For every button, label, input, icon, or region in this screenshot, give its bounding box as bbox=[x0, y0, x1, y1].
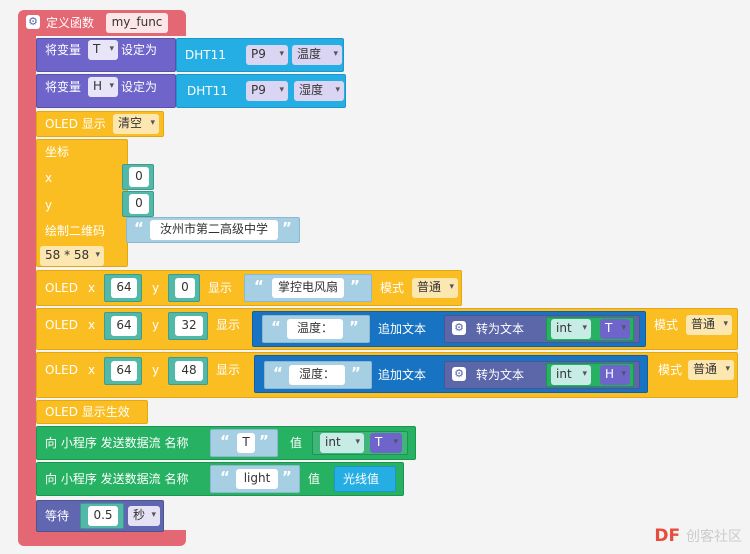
display-label: 显示 bbox=[216, 363, 241, 377]
to-text-gear-icon[interactable]: ⚙ bbox=[452, 367, 466, 381]
oled-label: OLED bbox=[45, 318, 78, 332]
x-value[interactable]: 0 bbox=[129, 167, 149, 187]
value-label: 值 bbox=[308, 472, 321, 486]
text-field[interactable]: 掌控电风扇 bbox=[272, 278, 344, 298]
x-label: x bbox=[88, 281, 96, 295]
display-label: 显示 bbox=[208, 281, 233, 295]
display-label: 显示 bbox=[216, 318, 241, 332]
mode-dropdown[interactable]: 普通 bbox=[686, 315, 732, 335]
reading-dropdown[interactable]: 湿度 bbox=[294, 81, 344, 101]
send-datastream-label: 向 小程序 发送数据流 名称 bbox=[45, 472, 189, 486]
append-text-label: 追加文本 bbox=[378, 322, 427, 336]
append-text-label: 追加文本 bbox=[378, 368, 427, 382]
oled-show-label: OLED 显示生效 bbox=[45, 405, 130, 419]
y-value[interactable]: 0 bbox=[175, 278, 195, 298]
open-quote-icon: “ bbox=[220, 432, 230, 450]
function-label: 定义函数 bbox=[46, 16, 95, 30]
variable-dropdown-t[interactable]: T bbox=[88, 40, 118, 60]
value-label: 值 bbox=[290, 436, 303, 450]
mode-label: 模式 bbox=[654, 318, 679, 332]
close-quote-icon: ” bbox=[349, 318, 359, 336]
y-label: y bbox=[45, 198, 53, 212]
mode-dropdown[interactable]: 普通 bbox=[412, 278, 458, 298]
close-quote-icon: ” bbox=[282, 468, 292, 486]
variable-dropdown-t[interactable]: T bbox=[370, 433, 402, 453]
cast-dropdown[interactable]: int bbox=[551, 319, 591, 339]
to-text-gear-icon[interactable]: ⚙ bbox=[452, 321, 466, 335]
to-text-label: 转为文本 bbox=[476, 368, 525, 382]
stream-name-field[interactable]: light bbox=[236, 469, 278, 489]
set-to-label: 设定为 bbox=[121, 43, 158, 57]
oled-label: OLED bbox=[45, 363, 78, 377]
function-block-spine bbox=[18, 34, 36, 534]
watermark-logo: DF 创客社区 bbox=[654, 526, 742, 546]
draw-qr-label: 绘制二维码 bbox=[45, 224, 106, 238]
close-quote-icon: ” bbox=[259, 432, 269, 450]
wait-value[interactable]: 0.5 bbox=[88, 506, 118, 526]
dht11-label: DHT11 bbox=[185, 48, 226, 62]
set-variable-label: 将变量 bbox=[45, 43, 82, 57]
stream-name-field[interactable]: T bbox=[237, 433, 255, 453]
text-field[interactable]: 温度： bbox=[287, 319, 343, 339]
coordinate-label: 坐标 bbox=[45, 145, 70, 159]
light-sensor-label: 光线值 bbox=[343, 472, 380, 486]
open-quote-icon: “ bbox=[254, 277, 264, 295]
dht11-label: DHT11 bbox=[187, 84, 228, 98]
y-label: y bbox=[152, 318, 160, 332]
pin-dropdown[interactable]: P9 bbox=[246, 81, 288, 101]
qr-text-field[interactable]: 汝州市第二高级中学 bbox=[150, 220, 278, 240]
oled-clear-option[interactable]: 清空 bbox=[113, 114, 159, 134]
x-label: x bbox=[88, 318, 96, 332]
variable-dropdown-t[interactable]: T bbox=[600, 319, 630, 339]
function-gear-icon[interactable]: ⚙ bbox=[26, 15, 40, 29]
x-value[interactable]: 64 bbox=[111, 316, 137, 336]
y-label: y bbox=[152, 281, 160, 295]
pin-dropdown[interactable]: P9 bbox=[246, 45, 288, 65]
mode-label: 模式 bbox=[658, 363, 683, 377]
x-label: x bbox=[45, 171, 53, 185]
reading-dropdown[interactable]: 温度 bbox=[292, 45, 342, 65]
set-variable-label: 将变量 bbox=[45, 80, 82, 94]
variable-dropdown-h[interactable]: H bbox=[88, 77, 118, 97]
y-label: y bbox=[152, 363, 160, 377]
close-quote-icon: ” bbox=[350, 277, 360, 295]
send-datastream-label: 向 小程序 发送数据流 名称 bbox=[45, 436, 189, 450]
oled-display-label: OLED 显示 bbox=[45, 117, 106, 131]
mode-dropdown[interactable]: 普通 bbox=[688, 360, 734, 380]
wait-label: 等待 bbox=[45, 509, 70, 523]
mode-label: 模式 bbox=[380, 281, 405, 295]
x-value[interactable]: 64 bbox=[111, 361, 137, 381]
oled-label: OLED bbox=[45, 281, 78, 295]
y-value[interactable]: 0 bbox=[129, 194, 149, 214]
text-field[interactable]: 湿度： bbox=[289, 365, 345, 385]
y-value[interactable]: 32 bbox=[175, 316, 203, 336]
set-to-label: 设定为 bbox=[121, 80, 158, 94]
x-label: x bbox=[88, 363, 96, 377]
open-quote-icon: “ bbox=[271, 318, 281, 336]
open-quote-icon: “ bbox=[273, 364, 283, 382]
qr-size-dropdown[interactable]: 58 * 58 bbox=[40, 246, 104, 266]
function-block-footer bbox=[18, 530, 186, 546]
open-quote-icon: “ bbox=[220, 468, 230, 486]
wait-unit-dropdown[interactable]: 秒 bbox=[128, 506, 160, 526]
close-quote-icon: ” bbox=[282, 219, 292, 237]
cast-dropdown[interactable]: int bbox=[551, 365, 591, 385]
function-name-field[interactable]: my_func bbox=[106, 13, 168, 33]
cast-dropdown[interactable]: int bbox=[320, 433, 364, 453]
y-value[interactable]: 48 bbox=[175, 361, 203, 381]
x-value[interactable]: 64 bbox=[111, 278, 137, 298]
close-quote-icon: ” bbox=[351, 364, 361, 382]
open-quote-icon: “ bbox=[134, 219, 144, 237]
variable-dropdown-h[interactable]: H bbox=[600, 365, 630, 385]
to-text-label: 转为文本 bbox=[476, 322, 525, 336]
